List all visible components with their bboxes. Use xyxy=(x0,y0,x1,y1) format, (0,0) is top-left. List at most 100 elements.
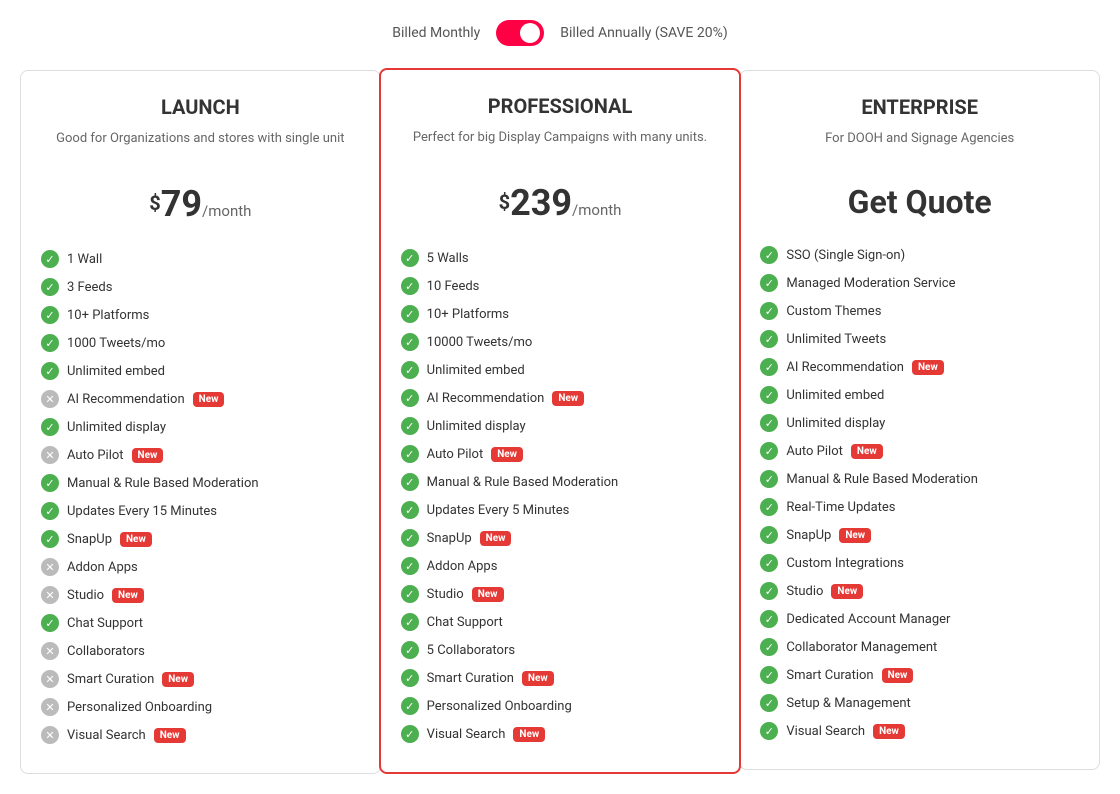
list-item: ✓Visual SearchNew xyxy=(401,720,720,748)
feature-text: Unlimited display xyxy=(427,419,526,434)
feature-text: 10000 Tweets/mo xyxy=(427,335,533,350)
list-item: ✓Unlimited embed xyxy=(41,357,360,385)
feature-list-professional: ✓5 Walls✓10 Feeds✓10+ Platforms✓10000 Tw… xyxy=(401,244,720,748)
list-item: ✓ Dedicated Account Manager xyxy=(760,605,1079,633)
check-icon: ✓ xyxy=(401,445,419,463)
price-amount: 79 xyxy=(161,183,202,225)
new-badge: New xyxy=(491,447,523,462)
check-icon: ✓ xyxy=(760,442,778,460)
plan-description-launch: Good for Organizations and stores with s… xyxy=(41,131,360,167)
plan-description-professional: Perfect for big Display Campaigns with m… xyxy=(401,130,720,166)
plan-title-professional: PROFESSIONAL xyxy=(401,94,720,118)
list-item: ✓1000 Tweets/mo xyxy=(41,329,360,357)
new-badge: New xyxy=(552,391,584,406)
feature-text: 10 Feeds xyxy=(427,279,480,294)
check-icon: ✓ xyxy=(401,669,419,687)
feature-text: 1 Wall xyxy=(67,252,102,267)
cross-icon: ✕ xyxy=(41,642,59,660)
feature-text: AI Recommendation xyxy=(786,360,904,375)
check-icon: ✓ xyxy=(401,613,419,631)
new-badge: New xyxy=(912,360,944,375)
list-item: ✓ AI Recommendation New xyxy=(760,353,1079,381)
plan-card-launch: LAUNCHGood for Organizations and stores … xyxy=(20,70,381,774)
new-badge: New xyxy=(513,727,545,742)
list-item: ✓Chat Support xyxy=(401,608,720,636)
list-item: ✓SnapUpNew xyxy=(401,524,720,552)
check-icon: ✓ xyxy=(760,526,778,544)
check-icon: ✓ xyxy=(760,470,778,488)
check-icon: ✓ xyxy=(760,610,778,628)
check-icon: ✓ xyxy=(401,641,419,659)
feature-text: 1000 Tweets/mo xyxy=(67,336,165,351)
check-icon: ✓ xyxy=(760,554,778,572)
new-badge: New xyxy=(480,531,512,546)
feature-text: Addon Apps xyxy=(67,560,138,575)
feature-text: Addon Apps xyxy=(427,559,498,574)
list-item: ✓10 Feeds xyxy=(401,272,720,300)
check-icon: ✓ xyxy=(760,582,778,600)
feature-text: 10+ Platforms xyxy=(67,308,149,323)
plan-cta-enterprise[interactable]: Get Quote xyxy=(760,183,1079,221)
feature-text: Chat Support xyxy=(67,616,143,631)
billing-toggle[interactable] xyxy=(496,20,544,46)
list-item: ✓AI RecommendationNew xyxy=(401,384,720,412)
check-icon: ✓ xyxy=(401,585,419,603)
feature-text: Updates Every 5 Minutes xyxy=(427,503,570,518)
feature-text: Smart Curation xyxy=(786,668,873,683)
new-badge: New xyxy=(112,588,144,603)
billing-toggle-container: Billed Monthly Billed Annually (SAVE 20%… xyxy=(20,20,1100,46)
new-badge: New xyxy=(162,672,194,687)
new-badge: New xyxy=(882,668,914,683)
feature-text: 5 Collaborators xyxy=(427,643,515,658)
list-item: ✓Custom Themes xyxy=(760,297,1079,325)
list-item: ✕ Smart Curation New xyxy=(41,665,360,693)
check-icon: ✓ xyxy=(760,666,778,684)
check-icon: ✓ xyxy=(401,697,419,715)
list-item: ✓ Unlimited display xyxy=(760,409,1079,437)
list-item: ✓Collaborator Management xyxy=(760,633,1079,661)
new-badge: New xyxy=(839,528,871,543)
check-icon: ✓ xyxy=(760,498,778,516)
feature-text: 5 Walls xyxy=(427,251,469,266)
feature-list-enterprise: ✓SSO (Single Sign-on)✓Managed Moderation… xyxy=(760,241,1079,745)
list-item: ✕StudioNew xyxy=(41,581,360,609)
feature-text: 3 Feeds xyxy=(67,280,112,295)
feature-text: Personalized Onboarding xyxy=(67,700,212,715)
list-item: ✓Unlimited embed xyxy=(760,381,1079,409)
check-icon: ✓ xyxy=(760,694,778,712)
plan-price-professional: $239/month xyxy=(401,182,720,224)
check-icon: ✓ xyxy=(41,306,59,324)
feature-text: Auto Pilot xyxy=(427,447,484,462)
list-item: ✓ 1 Wall xyxy=(41,245,360,273)
feature-text: Auto Pilot xyxy=(67,448,124,463)
list-item: ✓ Auto Pilot New xyxy=(401,440,720,468)
cross-icon: ✕ xyxy=(41,558,59,576)
list-item: ✓SSO (Single Sign-on) xyxy=(760,241,1079,269)
check-icon: ✓ xyxy=(760,414,778,432)
list-item: ✕Auto PilotNew xyxy=(41,441,360,469)
list-item: ✓ 10+ Platforms xyxy=(41,301,360,329)
new-badge: New xyxy=(851,444,883,459)
check-icon: ✓ xyxy=(760,274,778,292)
list-item: ✓Visual SearchNew xyxy=(760,717,1079,745)
list-item: ✓Unlimited Tweets xyxy=(760,325,1079,353)
cross-icon: ✕ xyxy=(41,446,59,464)
feature-text: Smart Curation xyxy=(67,672,154,687)
check-icon: ✓ xyxy=(760,638,778,656)
list-item: ✕AI RecommendationNew xyxy=(41,385,360,413)
new-badge: New xyxy=(154,728,186,743)
check-icon: ✓ xyxy=(41,250,59,268)
feature-text: Visual Search xyxy=(67,728,146,743)
check-icon: ✓ xyxy=(760,358,778,376)
check-icon: ✓ xyxy=(41,418,59,436)
feature-text: Unlimited embed xyxy=(427,363,525,378)
feature-text: Unlimited display xyxy=(786,416,885,431)
plans-container: LAUNCHGood for Organizations and stores … xyxy=(20,70,1100,774)
cross-icon: ✕ xyxy=(41,670,59,688)
check-icon: ✓ xyxy=(760,722,778,740)
list-item: ✓Real-Time Updates xyxy=(760,493,1079,521)
feature-text: Dedicated Account Manager xyxy=(786,612,950,627)
new-badge: New xyxy=(831,584,863,599)
feature-text: Manual & Rule Based Moderation xyxy=(427,475,619,490)
cross-icon: ✕ xyxy=(41,698,59,716)
